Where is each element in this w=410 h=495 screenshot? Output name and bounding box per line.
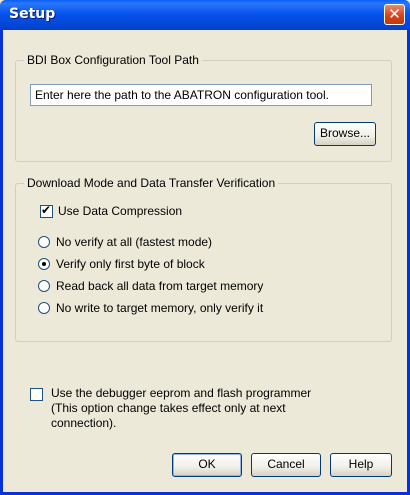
browse-button[interactable]: Browse...: [314, 122, 376, 146]
download-mode-group: Download Mode and Data Transfer Verifica…: [15, 176, 392, 342]
radio-no-verify[interactable]: [38, 236, 50, 248]
eeprom-programmer-checkbox[interactable]: [30, 388, 43, 401]
help-button[interactable]: Help: [330, 453, 392, 477]
ok-button[interactable]: OK: [172, 453, 242, 477]
radio-read-back-all[interactable]: [38, 280, 50, 292]
eeprom-note-line-2: connection).: [51, 416, 117, 430]
tool-path-input[interactable]: Enter here the path to the ABATRON confi…: [30, 84, 372, 106]
radio-verify-first-byte-label[interactable]: Verify only first byte of block: [56, 257, 205, 271]
eeprom-note-line-1: (This option change takes effect only at…: [51, 401, 286, 415]
close-icon: ✕: [388, 5, 401, 23]
download-mode-legend: Download Mode and Data Transfer Verifica…: [24, 176, 279, 190]
radio-read-back-all-label[interactable]: Read back all data from target memory: [56, 279, 263, 293]
use-compression-checkbox[interactable]: [40, 203, 53, 218]
tool-path-legend: BDI Box Configuration Tool Path: [24, 53, 202, 67]
radio-no-write-verify-label[interactable]: No write to target memory, only verify i…: [56, 301, 263, 315]
eeprom-programmer-label[interactable]: Use the debugger eeprom and flash progra…: [51, 386, 311, 400]
window-title: Setup: [9, 6, 56, 22]
close-button[interactable]: ✕: [384, 4, 405, 25]
use-compression-label[interactable]: Use Data Compression: [58, 204, 182, 218]
radio-verify-first-byte[interactable]: [38, 258, 50, 270]
radio-no-verify-label[interactable]: No verify at all (fastest mode): [56, 235, 212, 249]
radio-no-write-verify[interactable]: [38, 302, 50, 314]
tool-path-group: BDI Box Configuration Tool Path Enter he…: [15, 53, 392, 162]
title-bar[interactable]: Setup ✕: [0, 0, 410, 30]
cancel-button[interactable]: Cancel: [251, 453, 321, 477]
